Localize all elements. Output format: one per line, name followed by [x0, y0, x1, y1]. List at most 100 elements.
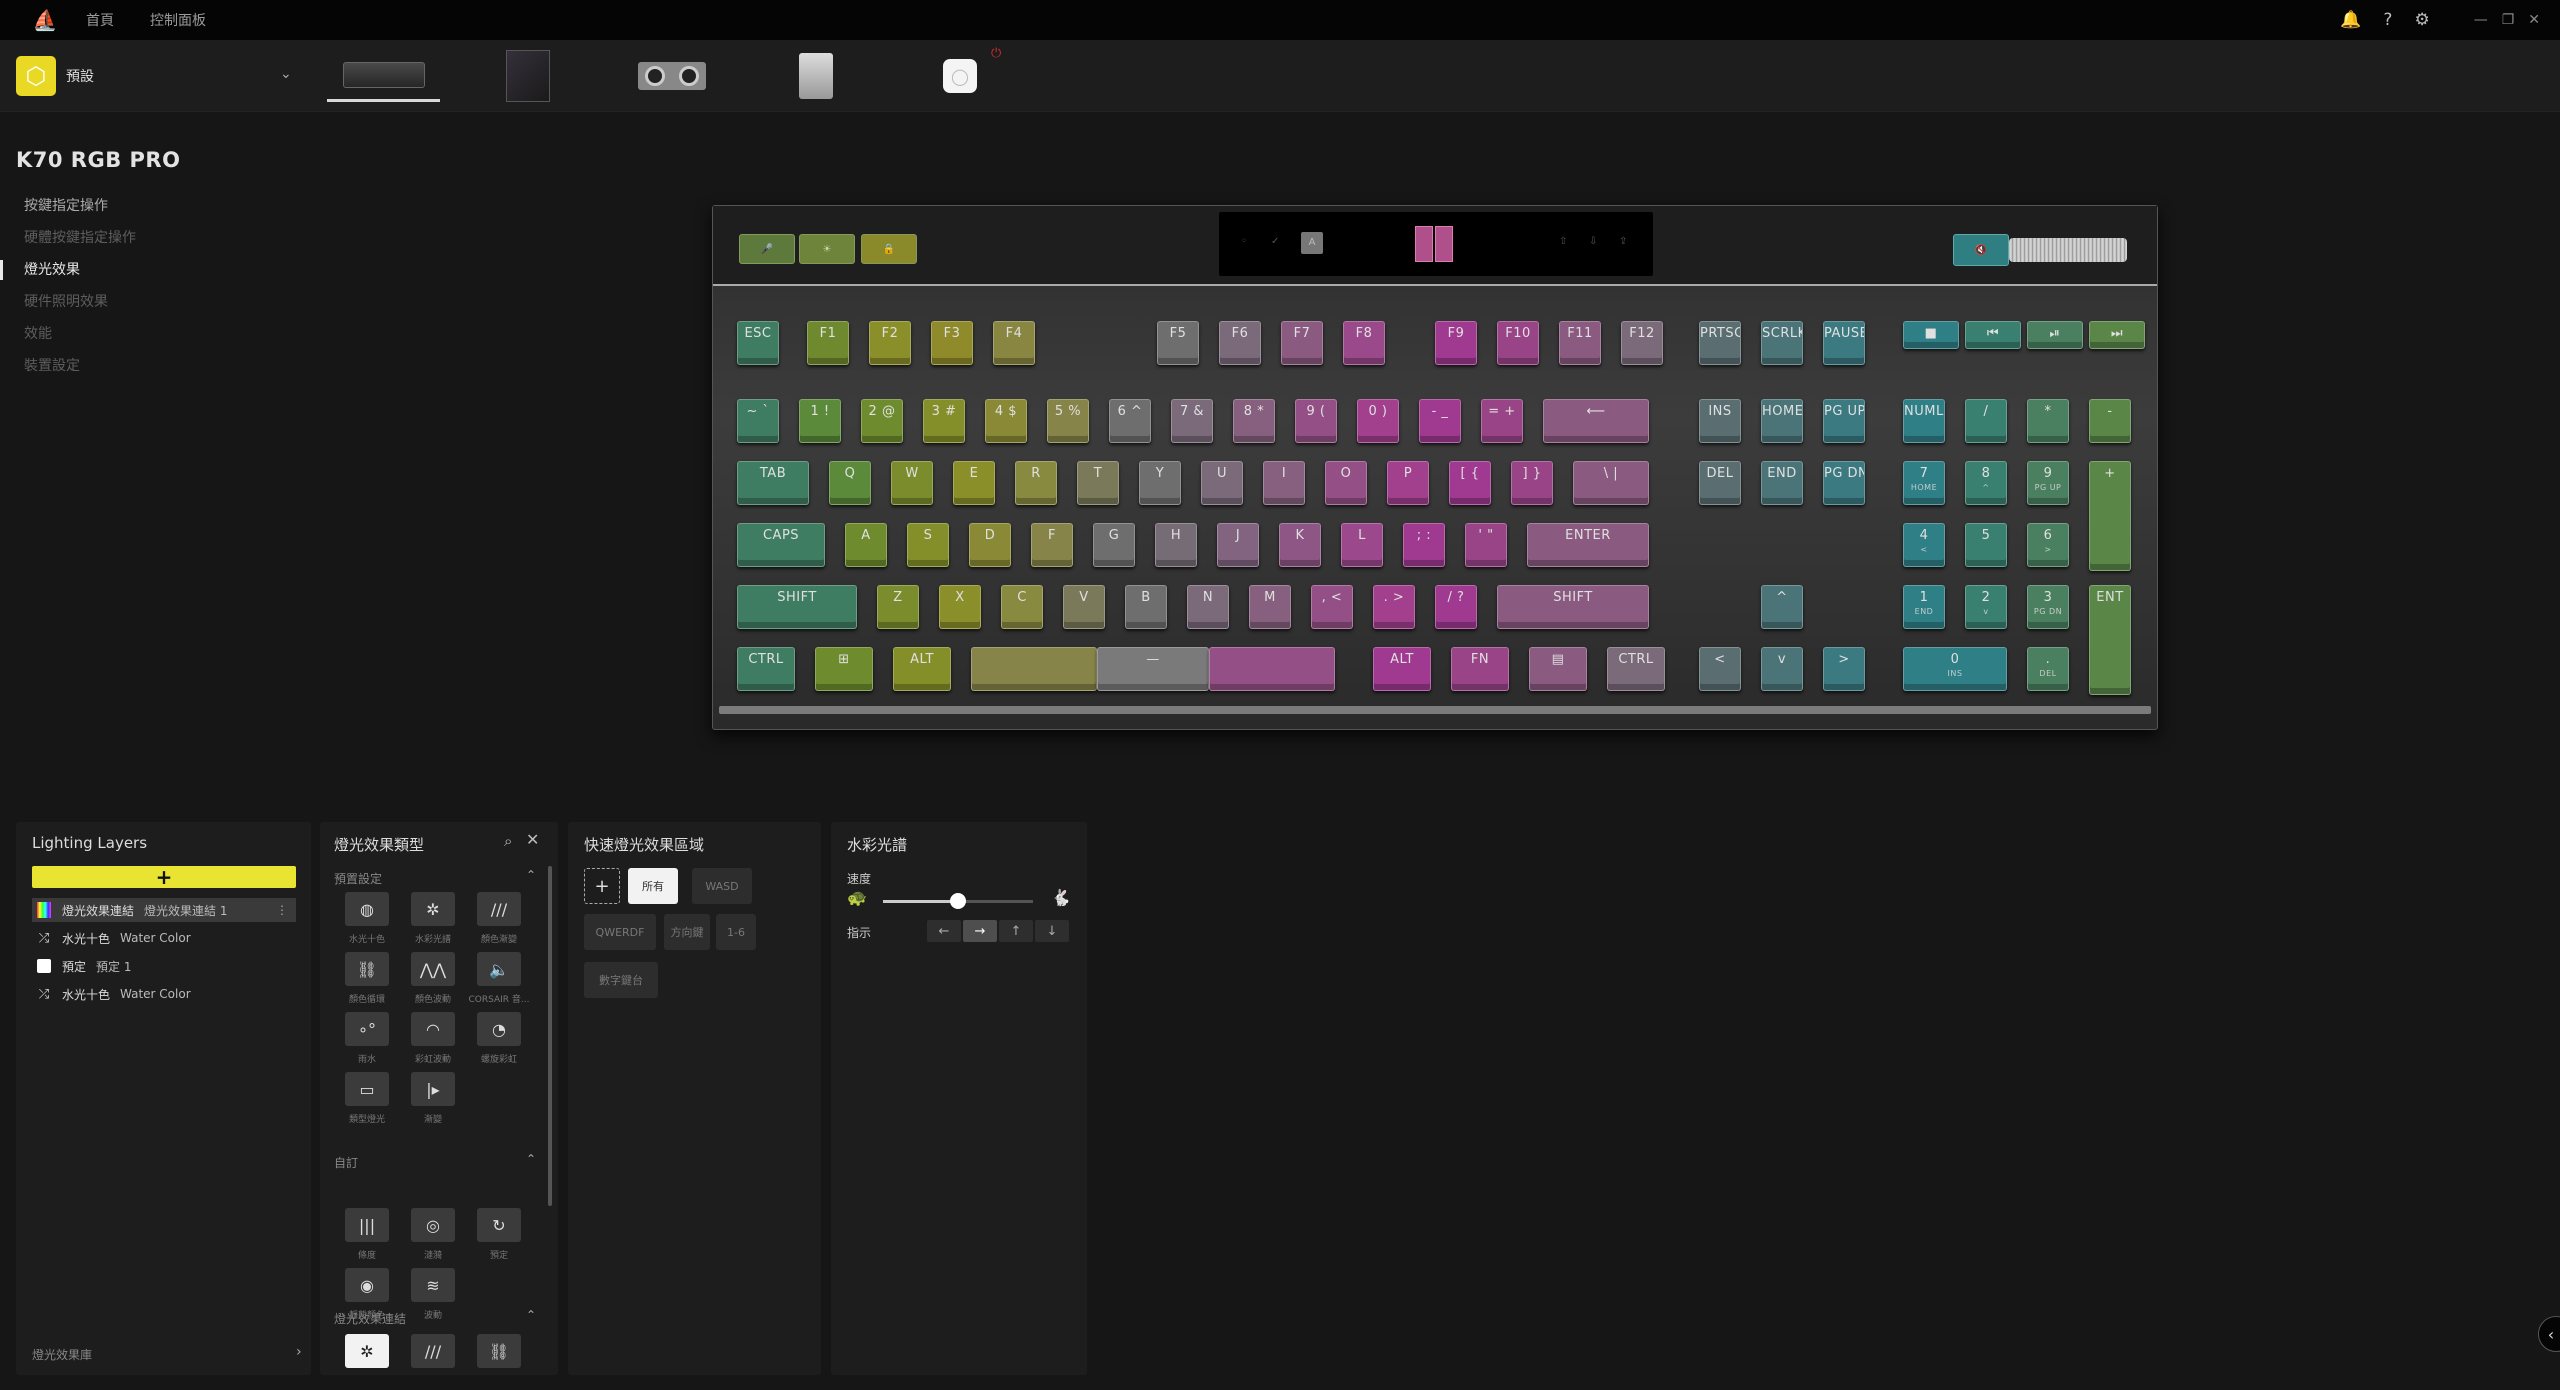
- effect-tile[interactable]: ⛓ 顏色循環: [336, 952, 398, 1005]
- key[interactable]: HOME: [1761, 399, 1803, 443]
- device-hub[interactable]: ◯: [940, 50, 980, 102]
- zone-all-button[interactable]: 所有: [628, 868, 678, 904]
- direction-left-button[interactable]: ←: [927, 920, 961, 942]
- key[interactable]: END: [1761, 461, 1803, 505]
- nav-home[interactable]: 首頁: [86, 10, 114, 30]
- key[interactable]: F9: [1435, 321, 1477, 365]
- effect-tile[interactable]: 🔈 CORSAIR 音...: [468, 952, 530, 1005]
- zone-1-6-button[interactable]: 1-6: [716, 914, 756, 950]
- effect-tile[interactable]: ///: [402, 1334, 464, 1374]
- direction-down-button[interactable]: ↓: [1035, 920, 1069, 942]
- key[interactable]: F: [1031, 523, 1073, 567]
- bell-icon[interactable]: 🔔: [2340, 10, 2361, 30]
- effect-tile[interactable]: ≋ 波動: [402, 1268, 464, 1321]
- key[interactable]: F4: [993, 321, 1035, 365]
- key[interactable]: *: [2027, 399, 2069, 443]
- key[interactable]: , <: [1311, 585, 1353, 629]
- key[interactable]: ⟵: [1543, 399, 1649, 443]
- speed-slider[interactable]: [883, 893, 1033, 909]
- key[interactable]: 0 INS: [1903, 647, 2007, 691]
- speed-slider-thumb[interactable]: [950, 893, 966, 909]
- key[interactable]: 7 HOME: [1903, 461, 1945, 505]
- key[interactable]: E: [953, 461, 995, 505]
- close-icon[interactable]: ✕: [2528, 12, 2540, 28]
- sidenav-hardware-key-assignments[interactable]: 硬體按鍵指定操作: [0, 222, 136, 254]
- key[interactable]: ■: [1903, 321, 1959, 349]
- key[interactable]: I: [1263, 461, 1305, 505]
- chevron-up-icon[interactable]: ⌃: [526, 1308, 536, 1322]
- layer-item[interactable]: ⤮ 水光十色 Water Color: [32, 926, 296, 950]
- key[interactable]: \ |: [1573, 461, 1649, 505]
- key[interactable]: SHIFT: [1497, 585, 1649, 629]
- key[interactable]: ⏮: [1965, 321, 2021, 349]
- key[interactable]: SHIFT: [737, 585, 857, 629]
- key[interactable]: TAB: [737, 461, 809, 505]
- key[interactable]: ] }: [1511, 461, 1553, 505]
- key[interactable]: -: [2089, 399, 2131, 443]
- device-keyboard[interactable]: [327, 50, 440, 102]
- key[interactable]: K: [1279, 523, 1321, 567]
- key[interactable]: PG UP: [1823, 399, 1865, 443]
- key[interactable]: R: [1015, 461, 1057, 505]
- chevron-down-icon[interactable]: ⌄: [280, 66, 292, 82]
- restore-icon[interactable]: ❐: [2502, 12, 2515, 28]
- key[interactable]: >: [1823, 647, 1865, 691]
- sidenav-performance[interactable]: 效能: [0, 318, 136, 350]
- key[interactable]: 3 PG DN: [2027, 585, 2069, 629]
- chevron-up-icon[interactable]: ⌃: [526, 1152, 536, 1166]
- key[interactable]: F11: [1559, 321, 1601, 365]
- effect-tile[interactable]: ||| 條度: [336, 1208, 398, 1261]
- key[interactable]: 7 &: [1171, 399, 1213, 443]
- key[interactable]: 0 ): [1357, 399, 1399, 443]
- device-gpu[interactable]: [630, 50, 714, 102]
- gear-icon[interactable]: ⚙: [2414, 10, 2429, 30]
- key[interactable]: ^: [1761, 585, 1803, 629]
- key[interactable]: 9 (: [1295, 399, 1337, 443]
- key[interactable]: J: [1217, 523, 1259, 567]
- nav-dashboard[interactable]: 控制面板: [150, 10, 206, 30]
- zone-arrows-button[interactable]: 方向鍵: [664, 914, 710, 950]
- corsair-logo-icon[interactable]: ⛵: [30, 5, 60, 35]
- key[interactable]: F2: [869, 321, 911, 365]
- key[interactable]: G: [1093, 523, 1135, 567]
- sidenav-lighting-effects[interactable]: 燈光效果: [0, 254, 136, 286]
- key[interactable]: S: [907, 523, 949, 567]
- key[interactable]: —: [1097, 647, 1209, 691]
- key[interactable]: 3 #: [923, 399, 965, 443]
- key[interactable]: ⏯: [2027, 321, 2083, 349]
- effect-tile[interactable]: /// 顏色漸變: [468, 892, 530, 945]
- key[interactable]: / ?: [1435, 585, 1477, 629]
- key[interactable]: 5: [1965, 523, 2007, 567]
- effect-tile[interactable]: ✲ 水彩光譜: [402, 892, 464, 945]
- key[interactable]: - _: [1419, 399, 1461, 443]
- key[interactable]: N: [1187, 585, 1229, 629]
- key[interactable]: SCRLK: [1761, 321, 1803, 365]
- key[interactable]: ALT: [893, 647, 951, 691]
- key[interactable]: 5 %: [1047, 399, 1089, 443]
- key[interactable]: ALT: [1373, 647, 1431, 691]
- device-motherboard[interactable]: [500, 50, 556, 102]
- key[interactable]: CAPS: [737, 523, 825, 567]
- key[interactable]: U: [1201, 461, 1243, 505]
- key[interactable]: CTRL: [1607, 647, 1665, 691]
- key[interactable]: A: [845, 523, 887, 567]
- effect-tile[interactable]: ◔ 螺旋彩虹: [468, 1012, 530, 1065]
- key[interactable]: D: [969, 523, 1011, 567]
- add-layer-button[interactable]: +: [32, 866, 296, 888]
- key[interactable]: F1: [807, 321, 849, 365]
- brightness-key[interactable]: ☀: [799, 234, 855, 264]
- sidenav-device-settings[interactable]: 裝置設定: [0, 350, 136, 382]
- key[interactable]: L: [1341, 523, 1383, 567]
- key[interactable]: Y: [1139, 461, 1181, 505]
- lock-key[interactable]: 🔒: [861, 234, 917, 264]
- effect-library-link[interactable]: 燈光效果庫: [32, 1346, 92, 1363]
- key[interactable]: CTRL: [737, 647, 795, 691]
- effect-tile[interactable]: ⛓: [468, 1334, 530, 1374]
- collapse-panel-button[interactable]: ‹: [2538, 1316, 2560, 1352]
- effect-tile[interactable]: |▸ 漸變: [402, 1072, 464, 1125]
- zone-numpad-button[interactable]: 數字鍵台: [584, 962, 658, 998]
- key[interactable]: B: [1125, 585, 1167, 629]
- key[interactable]: T: [1077, 461, 1119, 505]
- chevron-right-icon[interactable]: ›: [296, 1344, 302, 1360]
- key[interactable]: F5: [1157, 321, 1199, 365]
